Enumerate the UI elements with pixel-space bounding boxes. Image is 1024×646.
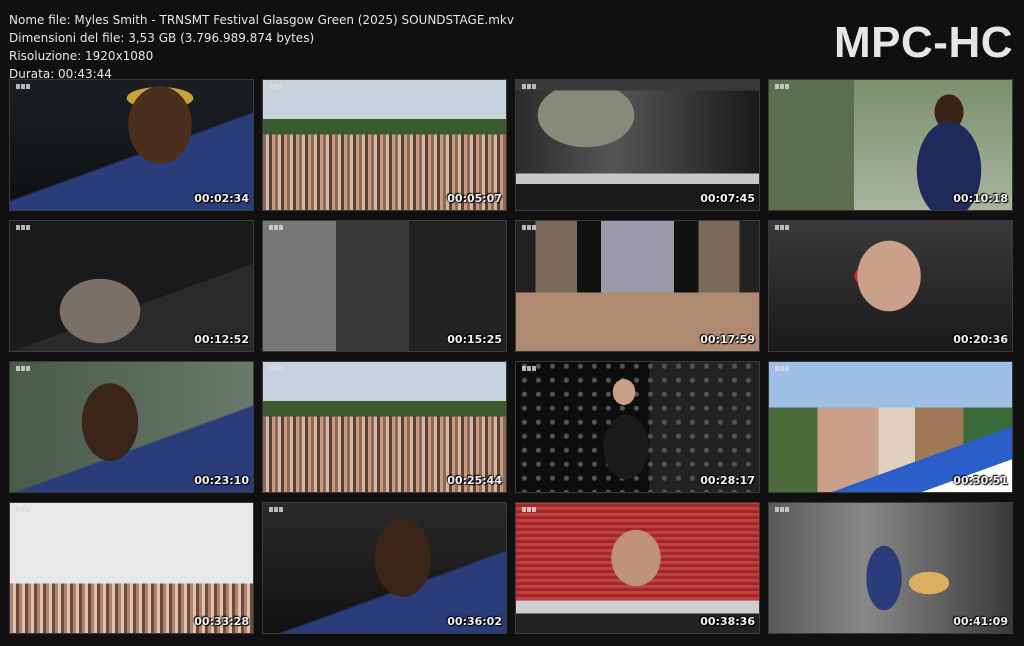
frame-image bbox=[769, 80, 1012, 210]
frame-image bbox=[10, 221, 253, 351]
bbc-logo-icon bbox=[775, 84, 789, 89]
thumbnail-11: 00:28:17 bbox=[515, 361, 760, 493]
timestamp-label: 00:17:59 bbox=[700, 333, 755, 346]
bbc-logo-icon bbox=[522, 507, 536, 512]
timestamp-label: 00:25:44 bbox=[447, 474, 502, 487]
frame-image bbox=[10, 80, 253, 210]
thumbnail-15: 00:38:36 bbox=[515, 502, 760, 634]
timestamp-label: 00:07:45 bbox=[700, 192, 755, 205]
thumbnail-3: 00:07:45 bbox=[515, 79, 760, 211]
frame-image bbox=[10, 362, 253, 492]
file-size-text: Dimensioni del file: 3,53 GB (3.796.989.… bbox=[9, 31, 315, 45]
file-name-text: Nome file: Myles Smith - TRNSMT Festival… bbox=[9, 13, 514, 27]
thumbnail-7: 00:17:59 bbox=[515, 220, 760, 352]
bbc-logo-icon bbox=[775, 366, 789, 371]
timestamp-label: 00:41:09 bbox=[953, 615, 1008, 628]
file-info-panel: Nome file: Myles Smith - TRNSMT Festival… bbox=[9, 11, 514, 83]
frame-image bbox=[516, 221, 759, 351]
timestamp-label: 00:12:52 bbox=[194, 333, 249, 346]
timestamp-label: 00:36:02 bbox=[447, 615, 502, 628]
bbc-logo-icon bbox=[269, 507, 283, 512]
frame-image bbox=[263, 362, 506, 492]
thumbnail-2: 00:05:07 bbox=[262, 79, 507, 211]
frame-image bbox=[10, 503, 253, 633]
bbc-logo-icon bbox=[522, 84, 536, 89]
thumbnail-12: 00:30:51 bbox=[768, 361, 1013, 493]
thumbnail-13: 00:33:28 bbox=[9, 502, 254, 634]
timestamp-label: 00:02:34 bbox=[194, 192, 249, 205]
bbc-logo-icon bbox=[16, 507, 30, 512]
bbc-logo-icon bbox=[16, 366, 30, 371]
frame-image bbox=[516, 362, 759, 492]
resolution-text: Risoluzione: 1920x1080 bbox=[9, 49, 154, 63]
bbc-logo-icon bbox=[16, 225, 30, 230]
thumbnail-9: 00:23:10 bbox=[9, 361, 254, 493]
bbc-logo-icon bbox=[269, 225, 283, 230]
frame-image bbox=[263, 503, 506, 633]
thumbnail-14: 00:36:02 bbox=[262, 502, 507, 634]
thumbnail-grid: 00:02:34 00:05:07 00:07:45 00:10:18 00:1… bbox=[9, 79, 1014, 636]
timestamp-label: 00:30:51 bbox=[953, 474, 1008, 487]
frame-image bbox=[769, 503, 1012, 633]
thumbnail-10: 00:25:44 bbox=[262, 361, 507, 493]
timestamp-label: 00:20:36 bbox=[953, 333, 1008, 346]
frame-image bbox=[263, 80, 506, 210]
mpc-hc-logo: MPC-HC bbox=[834, 18, 1013, 67]
thumbnail-8: 00:20:36 bbox=[768, 220, 1013, 352]
timestamp-label: 00:05:07 bbox=[447, 192, 502, 205]
thumbnail-1: 00:02:34 bbox=[9, 79, 254, 211]
timestamp-label: 00:28:17 bbox=[700, 474, 755, 487]
bbc-logo-icon bbox=[775, 507, 789, 512]
frame-image bbox=[516, 503, 759, 633]
frame-image bbox=[769, 362, 1012, 492]
timestamp-label: 00:38:36 bbox=[700, 615, 755, 628]
bbc-logo-icon bbox=[522, 225, 536, 230]
thumbnail-5: 00:12:52 bbox=[9, 220, 254, 352]
bbc-logo-icon bbox=[269, 84, 283, 89]
frame-image bbox=[516, 80, 759, 210]
thumbnail-16: 00:41:09 bbox=[768, 502, 1013, 634]
bbc-logo-icon bbox=[522, 366, 536, 371]
frame-image bbox=[769, 221, 1012, 351]
timestamp-label: 00:10:18 bbox=[953, 192, 1008, 205]
bbc-logo-icon bbox=[16, 84, 30, 89]
timestamp-label: 00:15:25 bbox=[447, 333, 502, 346]
thumbnail-4: 00:10:18 bbox=[768, 79, 1013, 211]
timestamp-label: 00:23:10 bbox=[194, 474, 249, 487]
thumbnail-6: 00:15:25 bbox=[262, 220, 507, 352]
frame-image bbox=[263, 221, 506, 351]
bbc-logo-icon bbox=[269, 366, 283, 371]
bbc-logo-icon bbox=[775, 225, 789, 230]
timestamp-label: 00:33:28 bbox=[194, 615, 249, 628]
